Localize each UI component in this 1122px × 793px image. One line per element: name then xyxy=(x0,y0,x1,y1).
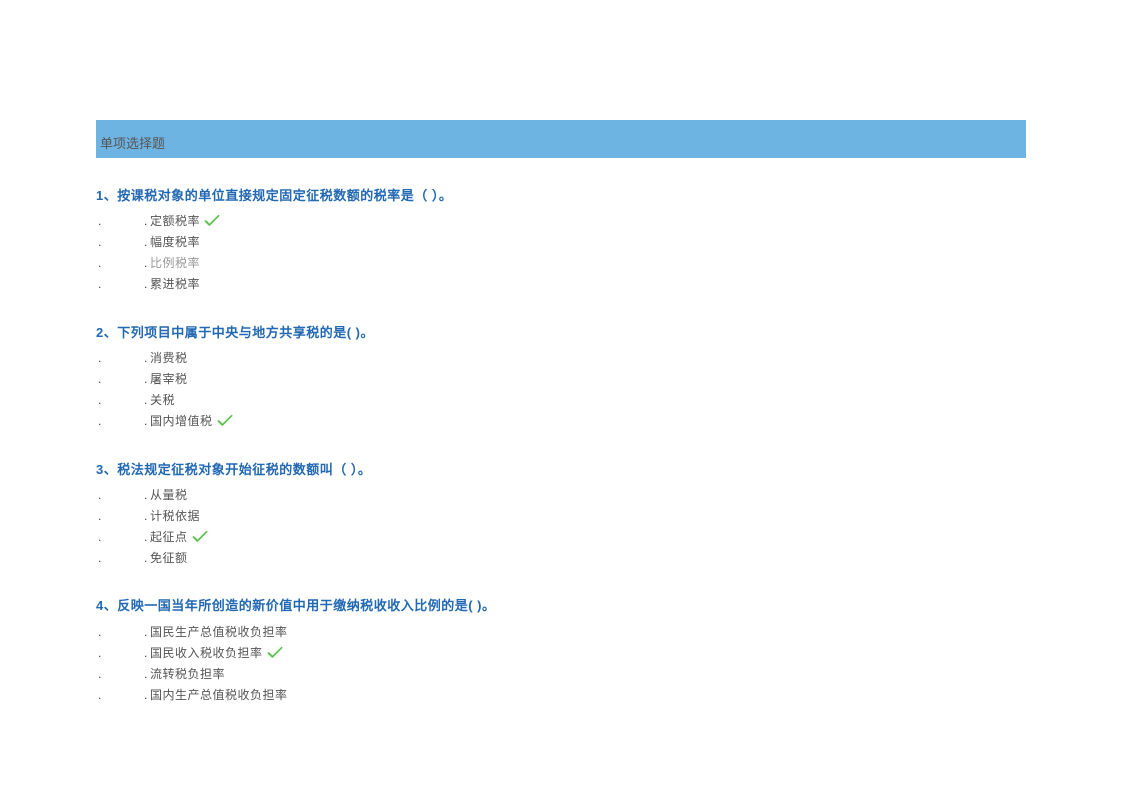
option-label: 国民收入税收负担率 xyxy=(150,643,263,663)
question-number: 1 xyxy=(96,188,104,203)
option-row: .. 流转税负担率 xyxy=(96,663,1026,684)
bullet-icon: . xyxy=(96,643,144,663)
option-row: .. 国民收入税收负担率 xyxy=(96,642,1026,663)
option-row: .. 从量税 xyxy=(96,484,1026,505)
bullet-icon: . xyxy=(96,664,144,684)
checkmark-icon xyxy=(204,214,220,228)
option-row: .. 免征额 xyxy=(96,547,1026,568)
option-label: 比例税率 xyxy=(150,253,200,273)
checkmark-icon xyxy=(192,530,208,544)
option-row: .. 国内增值税 xyxy=(96,411,1026,432)
bullet-icon: . xyxy=(96,506,144,526)
quiz-container: 单项选择题 1、按课税对象的单位直接规定固定征税数额的税率是（ ）。.. 定额税… xyxy=(96,120,1026,705)
option-row: .. 屠宰税 xyxy=(96,369,1026,390)
option-row: .. 国民生产总值税收负担率 xyxy=(96,621,1026,642)
bullet-icon: . xyxy=(96,622,144,642)
question-block: 1、按课税对象的单位直接规定固定征税数额的税率是（ ）。.. 定额税率.. 幅度… xyxy=(96,186,1026,295)
option-label: 屠宰税 xyxy=(150,369,188,389)
option-row: .. 起征点 xyxy=(96,526,1026,547)
bullet-icon: . xyxy=(96,527,144,547)
option-label: 关税 xyxy=(150,390,175,410)
options: .. 国民生产总值税收负担率.. 国民收入税收负担率.. 流转税负担率.. 国内… xyxy=(96,621,1026,705)
option-row: .. 幅度税率 xyxy=(96,232,1026,253)
bullet-icon: . xyxy=(96,548,144,568)
bullet-icon: . xyxy=(96,253,144,273)
options: .. 消费税.. 屠宰税.. 关税.. 国内增值税 xyxy=(96,348,1026,432)
bullet-icon: . xyxy=(96,211,144,231)
option-row: .. 比例税率 xyxy=(96,253,1026,274)
question-block: 4、反映一国当年所创造的新价值中用于缴纳税收收入比例的是( )。.. 国民生产总… xyxy=(96,596,1026,705)
question-block: 3、税法规定征税对象开始征税的数额叫（ ）。.. 从量税.. 计税依据.. 起征… xyxy=(96,460,1026,569)
section-title: 单项选择题 xyxy=(100,133,165,152)
checkmark-icon xyxy=(217,414,233,428)
option-label: 免征额 xyxy=(150,548,188,568)
question-body: 、下列项目中属于中央与地方共享税的是( )。 xyxy=(104,325,374,340)
question-number: 4 xyxy=(96,598,104,613)
bullet-icon: . xyxy=(96,390,144,410)
option-row: .. 累进税率 xyxy=(96,274,1026,295)
option-label: 幅度税率 xyxy=(150,232,200,252)
bullet-icon: . xyxy=(96,411,144,431)
option-label: 国内生产总值税收负担率 xyxy=(150,685,288,705)
question-body: 、按课税对象的单位直接规定固定征税数额的税率是（ ）。 xyxy=(104,188,453,203)
options: .. 从量税.. 计税依据.. 起征点.. 免征额 xyxy=(96,484,1026,568)
option-label: 消费税 xyxy=(150,348,188,368)
question-number: 2 xyxy=(96,325,104,340)
question-text: 2、下列项目中属于中央与地方共享税的是( )。 xyxy=(96,323,1026,344)
question-block: 2、下列项目中属于中央与地方共享税的是( )。.. 消费税.. 屠宰税.. 关税… xyxy=(96,323,1026,432)
bullet-icon: . xyxy=(96,274,144,294)
bullet-icon: . xyxy=(96,485,144,505)
bullet-icon: . xyxy=(96,232,144,252)
options: .. 定额税率.. 幅度税率.. 比例税率.. 累进税率 xyxy=(96,211,1026,295)
option-label: 起征点 xyxy=(150,527,188,547)
question-body: 、反映一国当年所创造的新价值中用于缴纳税收收入比例的是( )。 xyxy=(104,598,496,613)
section-header: 单项选择题 xyxy=(96,120,1026,158)
question-text: 1、按课税对象的单位直接规定固定征税数额的税率是（ ）。 xyxy=(96,186,1026,207)
questions-list: 1、按课税对象的单位直接规定固定征税数额的税率是（ ）。.. 定额税率.. 幅度… xyxy=(96,186,1026,705)
option-row: .. 定额税率 xyxy=(96,211,1026,232)
checkmark-icon xyxy=(267,646,283,660)
option-row: .. 关税 xyxy=(96,390,1026,411)
option-label: 累进税率 xyxy=(150,274,200,294)
question-number: 3 xyxy=(96,462,104,477)
option-row: .. 消费税 xyxy=(96,348,1026,369)
bullet-icon: . xyxy=(96,685,144,705)
bullet-icon: . xyxy=(96,369,144,389)
question-text: 4、反映一国当年所创造的新价值中用于缴纳税收收入比例的是( )。 xyxy=(96,596,1026,617)
option-label: 计税依据 xyxy=(150,506,200,526)
option-label: 国内增值税 xyxy=(150,411,213,431)
option-label: 从量税 xyxy=(150,485,188,505)
bullet-icon: . xyxy=(96,348,144,368)
option-row: .. 计税依据 xyxy=(96,505,1026,526)
option-label: 国民生产总值税收负担率 xyxy=(150,622,288,642)
question-text: 3、税法规定征税对象开始征税的数额叫（ ）。 xyxy=(96,460,1026,481)
option-row: .. 国内生产总值税收负担率 xyxy=(96,684,1026,705)
option-label: 定额税率 xyxy=(150,211,200,231)
option-label: 流转税负担率 xyxy=(150,664,225,684)
question-body: 、税法规定征税对象开始征税的数额叫（ ）。 xyxy=(104,462,372,477)
